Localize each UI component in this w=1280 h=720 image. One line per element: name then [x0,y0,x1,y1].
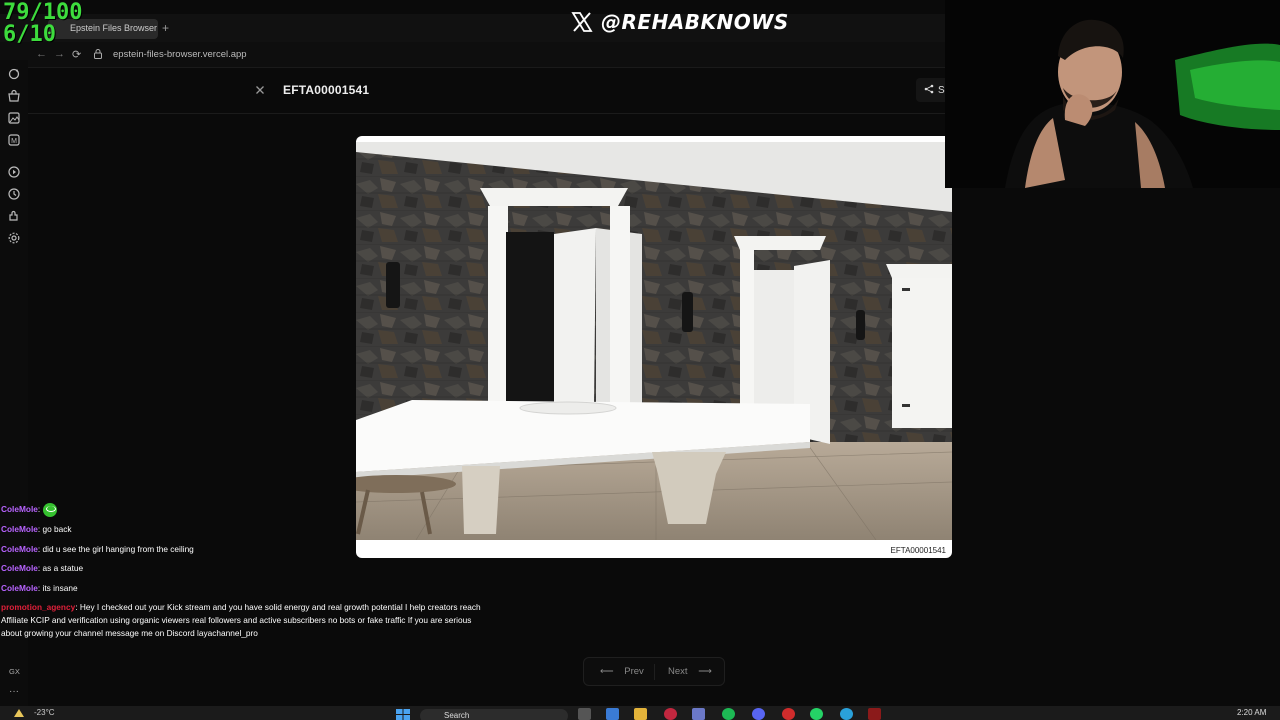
chat-message: promotion_agency: Hey I checked out your… [1,601,483,638]
chat-overlay: ColeMole: ColeMole: go back ColeMole: di… [0,500,490,643]
tab-title: Epstein Files Browser [70,23,158,33]
back-button[interactable]: ← [36,48,47,60]
chat-text: as a statue [42,563,84,574]
more-options-icon[interactable]: ··· [9,686,19,697]
discord-icon[interactable] [752,708,765,720]
chat-username: ColeMole [1,524,38,535]
chat-message: ColeMole: go back [1,524,72,535]
chat-username: ColeMole [1,582,38,593]
taskbar-search[interactable]: Search [420,709,568,720]
chat-message: ColeMole: its insane [1,582,78,593]
share-icon [924,84,934,94]
prev-button[interactable]: ⟵ Prev [600,666,644,677]
pagination: ⟵ Prev Next ⟶ [583,657,725,686]
chat-username: ColeMole [1,563,38,574]
weather-icon[interactable] [13,708,25,718]
image-caption: EFTA00001541 [890,546,946,555]
chat-text: go back [42,524,72,535]
settings-gear-icon[interactable] [7,231,21,245]
telegram-icon[interactable] [840,708,853,720]
weather-temperature[interactable]: -23°C [34,708,55,717]
messenger-icon[interactable]: M [7,133,21,147]
chat-message: ColeMole: did u see the girl hanging fro… [1,543,194,554]
spotify-icon[interactable] [722,708,735,720]
opera-gx-icon[interactable] [664,708,677,720]
history-icon[interactable] [7,187,21,201]
search-placeholder: Search [444,711,470,720]
taskbar: -23°C Search 2:20 AM [0,706,1280,720]
document-title: EFTA00001541 [283,83,370,97]
chat-username: ColeMole [1,504,38,515]
whatsapp-icon[interactable] [810,708,823,720]
chat-message: ColeMole: [0,500,490,520]
social-handle: @REHABKNOWS [601,10,789,34]
gx-corner-label[interactable]: GX [9,667,20,676]
webcam-feed [945,0,1280,188]
refresh-icon[interactable] [7,67,21,81]
play-icon[interactable] [7,165,21,179]
score-secondary: 6/10 [3,22,56,47]
app-icon[interactable] [692,708,705,720]
score-primary: 79/100 [3,0,83,25]
chat-text: did u see the girl hanging from the ceil… [42,543,194,554]
svg-text:M: M [11,138,17,145]
url-field[interactable]: epstein-files-browser.vercel.app [113,49,247,60]
close-icon[interactable] [253,83,267,97]
webcam-image [945,0,1280,188]
taskbar-clock[interactable]: 2:20 AM [1237,708,1266,717]
forward-button[interactable]: → [54,48,65,60]
bag-icon[interactable] [7,89,21,103]
green-smile-emote-icon [42,503,57,517]
image-viewer: EFTA00001541 [356,136,952,558]
score-overlay: 79/100 6/10 [3,2,82,46]
address-bar: ← → ⟳ epstein-files-browser.vercel.app [0,42,945,68]
pager-divider [654,664,655,680]
arrow-left-icon: ⟵ [600,666,614,677]
gallery-icon[interactable] [7,111,21,125]
next-button[interactable]: Next ⟶ [668,666,712,677]
arrow-right-icon: ⟶ [698,666,712,677]
calendar-app-icon[interactable] [606,708,619,720]
chat-text: its insane [42,582,78,593]
document-header: EFTA00001541 Share [28,68,956,114]
social-handle-overlay: @REHABKNOWS [571,8,789,36]
prev-label: Prev [624,666,644,677]
task-view-icon[interactable] [578,708,591,720]
reload-button[interactable]: ⟳ [72,48,81,61]
chat-username: ColeMole [1,543,38,554]
browser-tab-bar: Epstein Files Browser + [0,14,945,42]
record-app-icon[interactable] [782,708,795,720]
new-tab-button[interactable]: + [162,21,169,35]
lock-icon [94,49,102,59]
document-photo[interactable] [356,142,952,540]
windows-start-icon[interactable] [396,709,410,720]
app-icon[interactable] [868,708,881,720]
file-explorer-icon[interactable] [634,708,647,720]
extensions-icon[interactable] [7,209,21,223]
chat-message: ColeMole: as a statue [1,563,84,574]
chat-username: promotion_agency [1,601,76,612]
x-logo-icon [571,12,593,32]
next-label: Next [668,666,688,677]
screen: Epstein Files Browser + ← → ⟳ epstein-fi… [0,0,1280,720]
